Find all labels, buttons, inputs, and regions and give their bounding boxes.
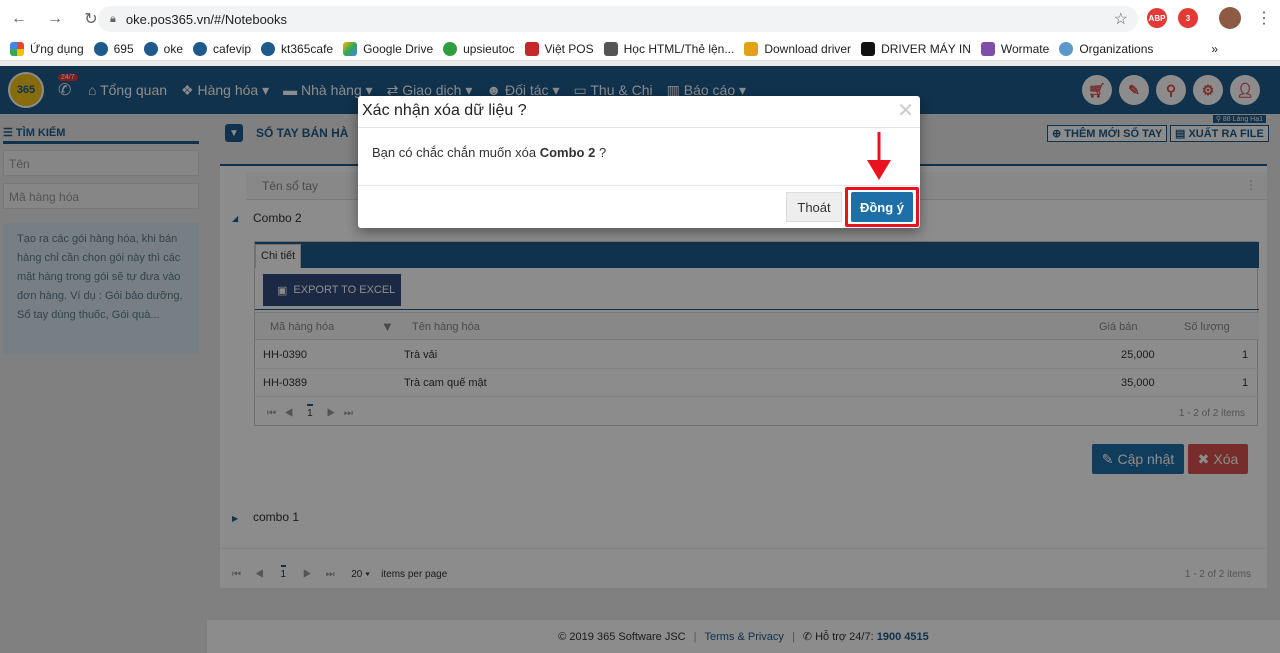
- cancel-button[interactable]: Thoát: [786, 192, 842, 222]
- annotation-arrow-icon: [867, 132, 891, 180]
- v-icon: [861, 41, 876, 56]
- wormate-icon: [980, 41, 995, 56]
- pos365-icon: [193, 41, 208, 56]
- bookmark-vietpos[interactable]: Việt POS: [524, 41, 594, 56]
- forward-icon[interactable]: →: [45, 9, 65, 29]
- html-icon: [603, 41, 618, 56]
- bookmark-upsieutoc[interactable]: upsieutoc: [443, 41, 515, 56]
- bookmark-download-driver[interactable]: Download driver: [744, 41, 851, 56]
- url-text: oke.pos365.vn/#/Notebooks: [125, 11, 288, 27]
- pos365-icon: [143, 41, 158, 56]
- back-icon[interactable]: ←: [9, 9, 29, 29]
- pos365-icon: [261, 41, 276, 56]
- bookmark-html[interactable]: Học HTML/Thẻ lện...: [603, 41, 734, 56]
- bookmark-kt365cafe[interactable]: kt365cafe: [261, 41, 333, 56]
- organizations-icon: [1059, 41, 1074, 56]
- driver-icon: [744, 41, 759, 56]
- vietpos-icon: [524, 41, 539, 56]
- apps-grid-icon: [10, 41, 24, 56]
- bookmark-organizations[interactable]: Organizations: [1059, 41, 1153, 56]
- confirm-delete-dialog: Xác nhận xóa dữ liệu ? ✕ Bạn có chắc chắ…: [358, 96, 920, 228]
- bookmark-apps[interactable]: Ứng dụng: [10, 41, 84, 56]
- profile-avatar[interactable]: [1219, 7, 1241, 29]
- bookmark-oke[interactable]: oke: [143, 41, 183, 56]
- dialog-divider: [358, 185, 920, 186]
- browser-toolbar: ← → ↻ 🔒︎ oke.pos365.vn/#/Notebooks ☆ ABP…: [0, 0, 1280, 37]
- star-icon[interactable]: ☆: [1114, 9, 1128, 29]
- bookmark-wormate[interactable]: Wormate: [980, 41, 1049, 56]
- address-bar[interactable]: 🔒︎ oke.pos365.vn/#/Notebooks ☆: [98, 6, 1138, 32]
- menu-dots-icon[interactable]: ⋮: [1256, 8, 1272, 28]
- close-icon[interactable]: ✕: [897, 98, 914, 123]
- extension-badge: 3: [1185, 13, 1191, 23]
- adblock-icon[interactable]: ABP: [1147, 8, 1167, 28]
- extension-icon[interactable]: 3: [1178, 8, 1198, 28]
- bookmark-driver-may-in[interactable]: DRIVER MÁY IN: [861, 41, 971, 56]
- bookmark-695[interactable]: 695: [93, 41, 134, 56]
- bookmark-google-drive[interactable]: Google Drive: [343, 41, 433, 56]
- upload-icon: [443, 41, 458, 56]
- dialog-message: Bạn có chắc chắn muốn xóa Combo 2 ?: [372, 145, 607, 160]
- bookmark-cafevip[interactable]: cafevip: [193, 41, 251, 56]
- dialog-divider: [358, 127, 920, 128]
- bookmarks-overflow[interactable]: »: [1211, 42, 1218, 56]
- google-drive-icon: [343, 41, 358, 56]
- lock-icon: 🔒︎: [110, 12, 116, 25]
- dialog-title: Xác nhận xóa dữ liệu ?: [362, 102, 527, 119]
- dialog-item-name: Combo 2: [539, 145, 596, 160]
- pos365-icon: [93, 41, 108, 56]
- confirm-button[interactable]: Đồng ý: [851, 192, 913, 222]
- bookmarks-bar: Ứng dụng 695 oke cafevip kt365cafe Googl…: [0, 37, 1280, 61]
